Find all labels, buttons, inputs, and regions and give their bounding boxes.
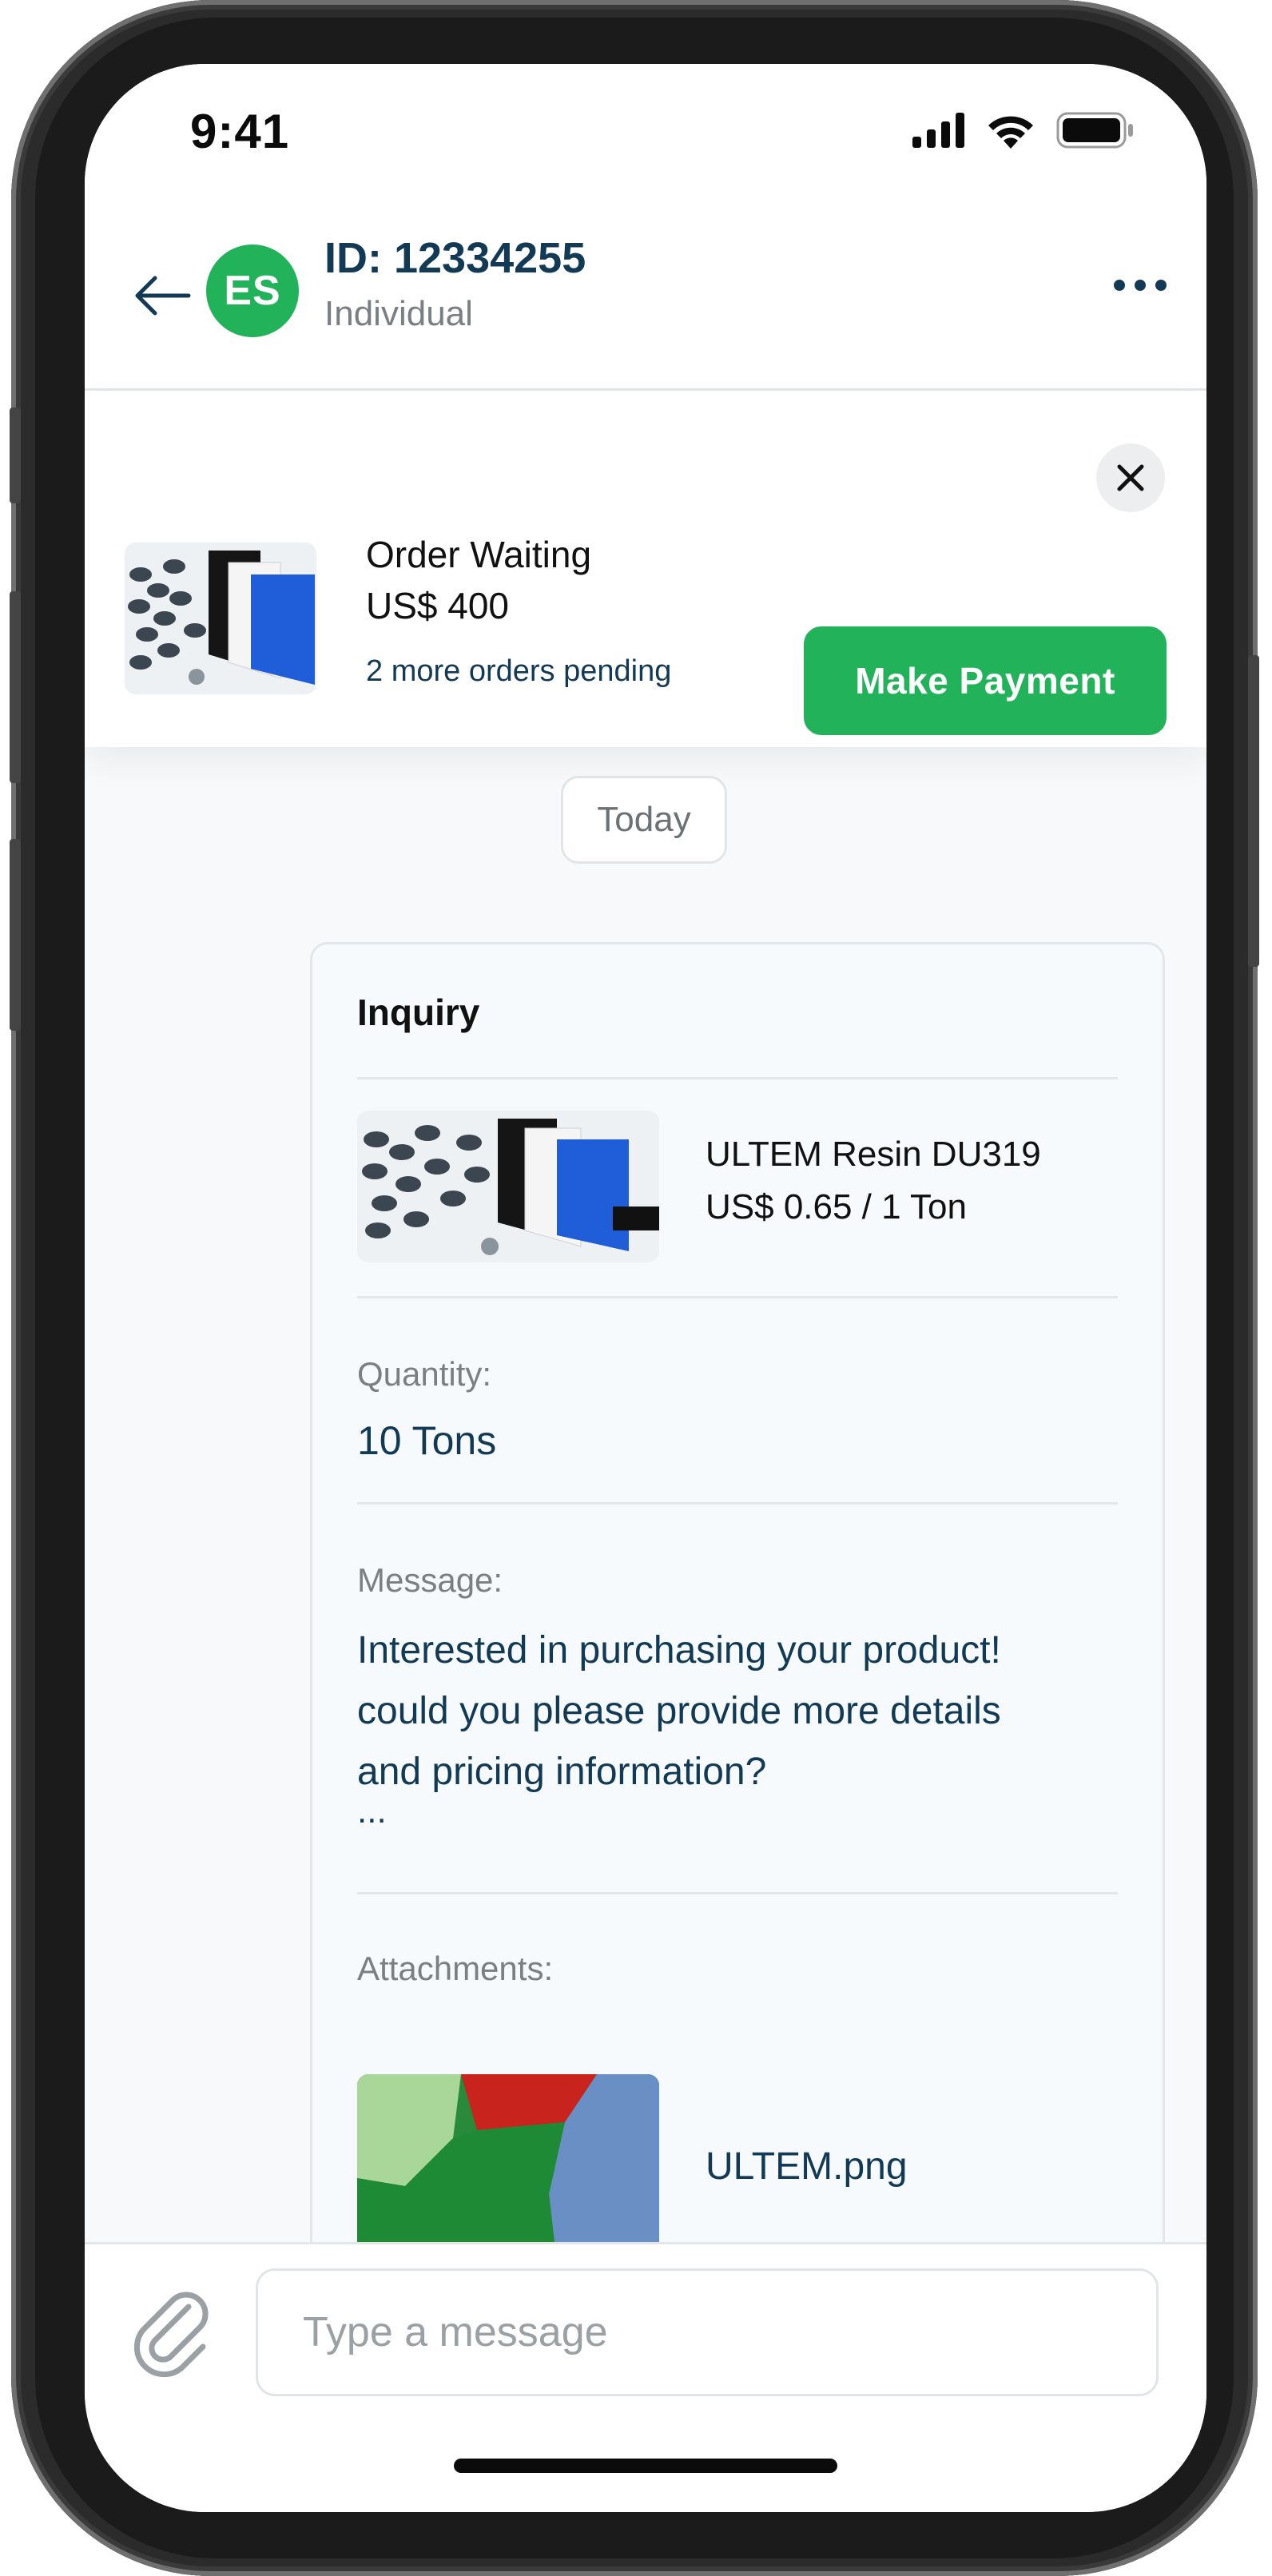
- product-price: US$ 0.65 / 1 Ton: [706, 1187, 967, 1226]
- attachment-filename[interactable]: ULTEM.png: [706, 2145, 908, 2188]
- message-more[interactable]: ...: [357, 1791, 387, 1831]
- product-image: [357, 1111, 659, 1262]
- inquiry-title: Inquiry: [357, 992, 480, 1033]
- date-separator: Today: [561, 776, 727, 864]
- close-icon: [1117, 464, 1144, 491]
- order-status: Order Waiting: [366, 534, 592, 575]
- back-arrow-icon[interactable]: [129, 272, 193, 320]
- attachment-thumbnail[interactable]: [357, 2074, 659, 2263]
- dot: [1155, 280, 1167, 291]
- phone-frame: 9:41 ES ID: 12334255 Individual Order Wa…: [10, 0, 1259, 2576]
- status-bar: 9:41: [85, 64, 1206, 200]
- chat-header: ES ID: 12334255 Individual: [85, 200, 1206, 391]
- attachment-image: [357, 2074, 659, 2263]
- message-line: Interested in purchasing your product!: [357, 1629, 1001, 1672]
- pending-orders-link[interactable]: 2 more orders pending: [366, 654, 671, 689]
- home-indicator: [454, 2459, 837, 2473]
- more-dots-icon[interactable]: [1114, 280, 1167, 291]
- contact-type: Individual: [324, 294, 473, 333]
- order-product-thumbnail: [125, 543, 316, 694]
- inquiry-product-thumbnail[interactable]: [357, 1111, 659, 1262]
- contact-id-title: ID: 12334255: [324, 234, 586, 282]
- mute-switch: [10, 407, 21, 503]
- battery-icon: [1056, 112, 1133, 149]
- quantity-value: 10 Tons: [357, 1418, 497, 1463]
- avatar[interactable]: ES: [206, 244, 299, 337]
- close-banner-button[interactable]: [1096, 443, 1165, 512]
- message-text: Interested in purchasing your product! c…: [357, 1620, 1140, 1803]
- status-time: 9:41: [190, 105, 290, 158]
- message-line: could you please provide more details: [357, 1690, 1001, 1732]
- message-input[interactable]: [256, 2268, 1159, 2396]
- power-button: [1248, 655, 1259, 967]
- message-line: and pricing information?: [357, 1751, 767, 1793]
- product-image: [125, 543, 316, 694]
- dot: [1114, 280, 1125, 291]
- product-name: ULTEM Resin DU319: [706, 1135, 1041, 1174]
- dot: [1135, 280, 1146, 291]
- volume-up-button: [10, 591, 21, 783]
- make-payment-button[interactable]: Make Payment: [804, 626, 1167, 735]
- message-label: Message:: [357, 1561, 503, 1599]
- divider: [357, 1892, 1118, 1894]
- divider: [357, 1502, 1118, 1505]
- attachments-label: Attachments:: [357, 1950, 554, 1987]
- divider: [357, 1077, 1118, 1079]
- wifi-icon: [988, 116, 1033, 149]
- paperclip-icon[interactable]: [133, 2289, 213, 2377]
- order-banner: Order Waiting US$ 400 2 more orders pend…: [85, 391, 1206, 747]
- status-icons: [912, 112, 1135, 149]
- order-amount: US$ 400: [366, 585, 510, 626]
- signal-icon: [912, 113, 964, 148]
- divider: [357, 1296, 1118, 1298]
- screen: 9:41 ES ID: 12334255 Individual Order Wa…: [85, 64, 1206, 2512]
- volume-down-button: [10, 839, 21, 1031]
- quantity-label: Quantity:: [357, 1355, 492, 1393]
- inquiry-card[interactable]: Inquiry ULTEM Resin DU319 US$ 0.65 / 1 T…: [310, 942, 1165, 2380]
